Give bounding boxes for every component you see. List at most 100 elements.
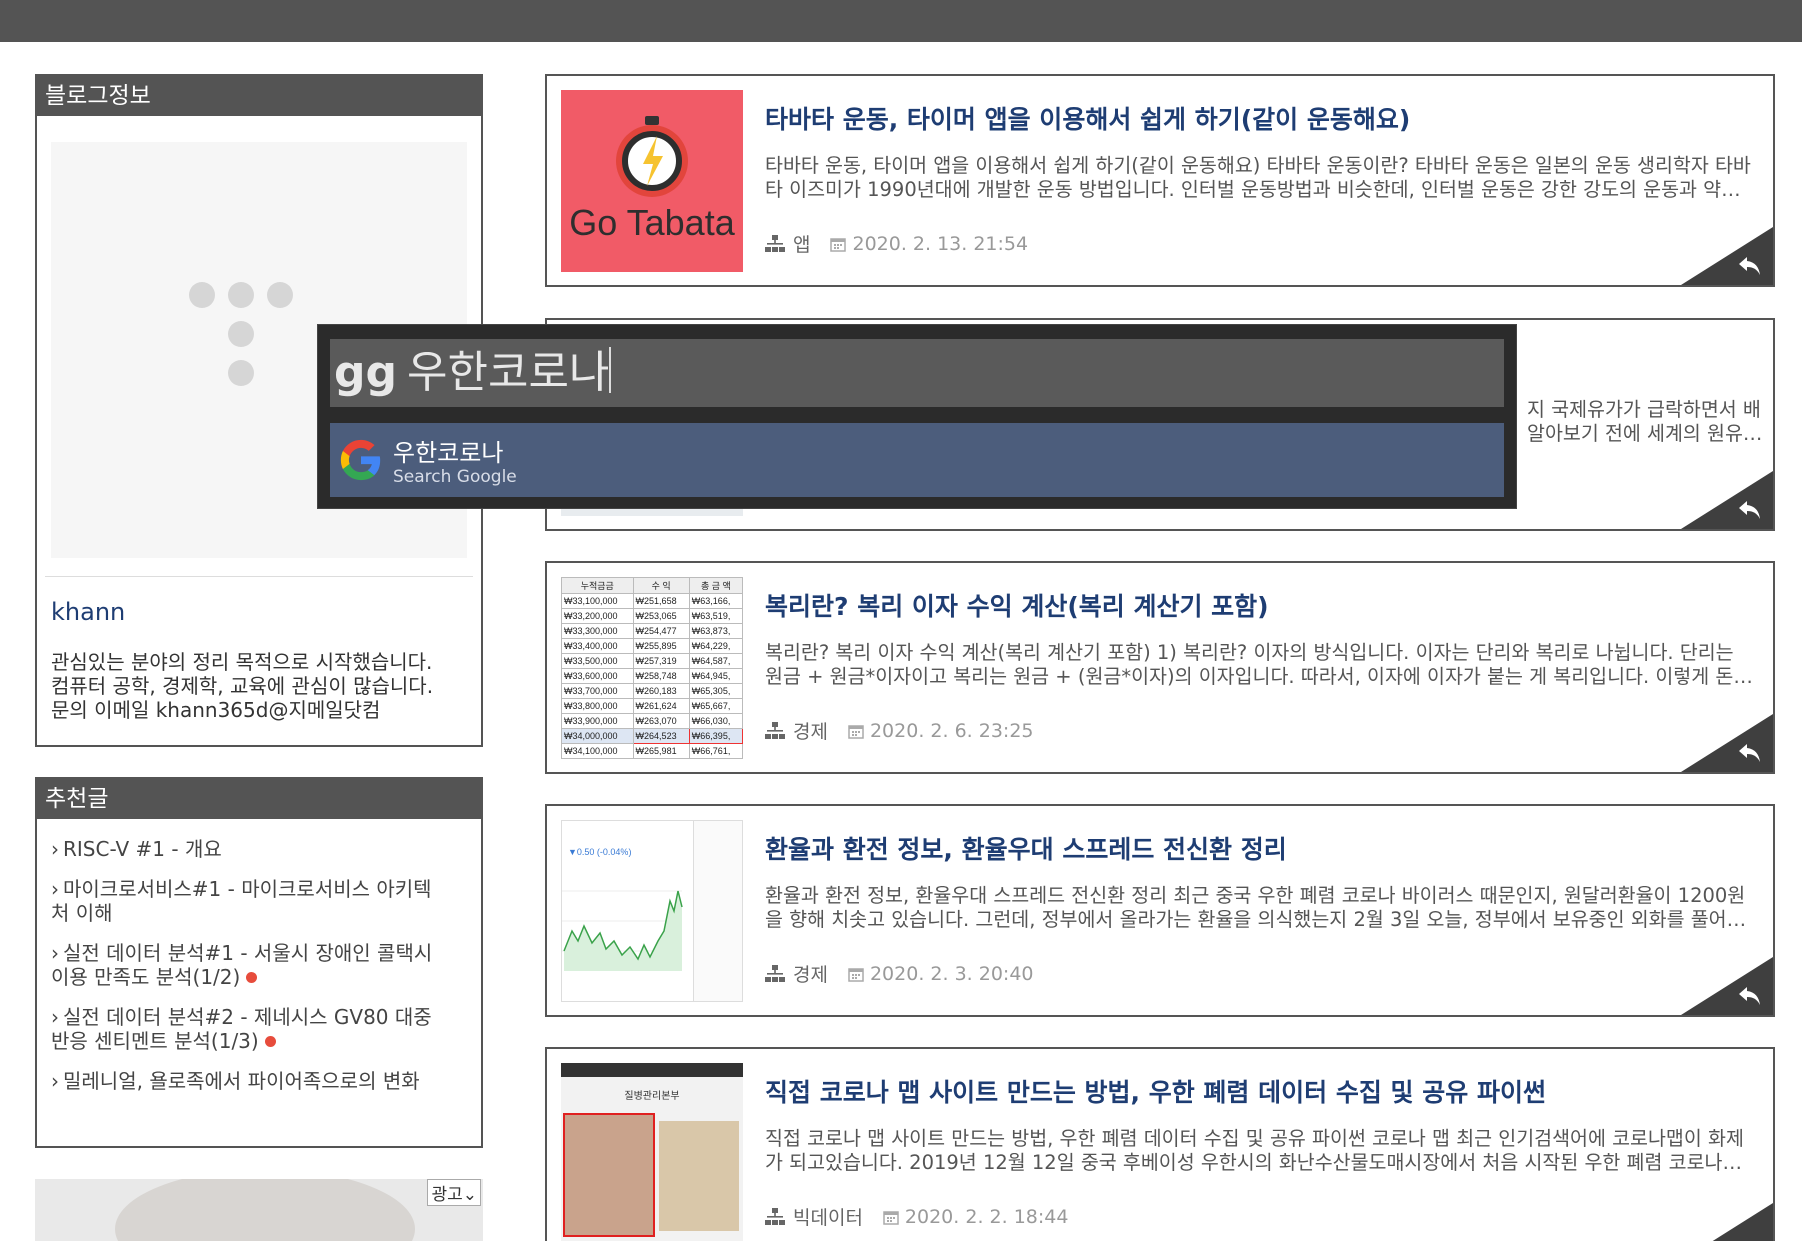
ad-label[interactable]: 광고⌄ [427, 1179, 481, 1206]
launcher-result-item[interactable]: 우한코로나 Search Google [330, 423, 1504, 497]
post-card[interactable]: 누적금금 수 익 총 금 액 ₩33,100,000 ₩251,658 ₩63,16… [545, 561, 1775, 774]
post-card[interactable]: ▼0.50 (-0.04%) 환율과 환전 정보, 환율우대 스프레드 전신환 … [545, 804, 1775, 1017]
recommended-item[interactable]: › 밀레니얼, 욜로족에서 파이어족으로의 변화 [51, 1069, 467, 1093]
post-category[interactable]: 경제 [793, 960, 828, 987]
new-indicator-icon [264, 1036, 276, 1047]
recommended-item-label: 실전 데이터 분석#1 - 서울시 장애인 콜택시 [63, 941, 433, 965]
post-summary-line: 원금 + 원금*이자이고 복리는 원금 + (원금*이자)의 이자입니다. 따라… [765, 665, 1753, 688]
recommended-item-label: 마이크로서비스#1 - 마이크로서비스 아키텍 [63, 877, 432, 901]
recommended-item-label: RISC-V #1 - 개요 [63, 837, 222, 861]
blog-name[interactable]: khann [51, 598, 125, 626]
chevron-right-icon: › [51, 877, 59, 901]
widget-title: 블로그정보 [37, 76, 481, 116]
placeholder-dot [228, 321, 254, 347]
post-meta: 경제 2020. 2. 3. 20:40 [765, 960, 1034, 987]
post-meta: 앱 2020. 2. 13. 21:54 [765, 230, 1028, 257]
placeholder-dot [228, 360, 254, 386]
result-subtitle: Search Google [393, 467, 517, 487]
post-title[interactable]: 환율과 환전 정보, 환율우대 스프레드 전신환 정리 [765, 830, 1287, 866]
post-summary: 타바타 운동, 타이머 앱을 이용해서 쉽게 하기(같이 운동해요) 타바타 운… [765, 154, 1765, 202]
post-thumbnail[interactable]: ▼0.50 (-0.04%) [561, 820, 743, 1002]
category-sitemap-icon [765, 234, 785, 252]
widget-title: 추천글 [37, 779, 481, 819]
recommended-item[interactable]: › RISC-V #1 - 개요 [51, 837, 467, 861]
post-summary-line: 가 되고있습니다. 2019년 12월 12일 중국 후베이성 우한시의 화난수… [765, 1151, 1742, 1174]
calendar-icon [883, 1210, 899, 1225]
post-date: 2020. 2. 3. 20:40 [848, 963, 1034, 985]
divider [45, 576, 473, 577]
post-thumbnail[interactable]: 질병관리본부 [561, 1063, 743, 1241]
chevron-right-icon: › [51, 1069, 59, 1093]
recommended-item[interactable]: › 실전 데이터 분석#1 - 서울시 장애인 콜택시 이용 만족도 분석(1/2… [51, 941, 467, 989]
corner-decoration [1681, 1203, 1773, 1241]
blog-description-line: 컴퓨터 공학, 경제학, 교육에 관심이 많습니다. [51, 674, 434, 698]
chevron-right-icon: › [51, 837, 59, 861]
chevron-down-icon: ⌄ [462, 1185, 477, 1205]
post-summary-line: 복리란? 복리 이자 수익 계산(복리 계산기 포함) 1) 복리란? 이자의 … [765, 641, 1734, 664]
recommended-item-label: 반응 센티멘트 분석(1/3) [51, 1029, 259, 1053]
post-summary: 환율과 환전 정보, 환율우대 스프레드 전신환 정리 최근 중국 우한 폐렴 … [765, 884, 1765, 932]
post-category[interactable]: 경제 [793, 717, 828, 744]
post-title[interactable]: 타바타 운동, 타이머 앱을 이용해서 쉽게 하기(같이 운동해요) [765, 100, 1410, 136]
post-summary: 직접 코로나 맵 사이트 만드는 방법, 우한 폐렴 데이터 수집 및 공유 파… [765, 1127, 1765, 1175]
placeholder-dot [189, 282, 215, 308]
post-summary-line: 을 향해 치솟고 있습니다. 그런데, 정부에서 올라가는 환율을 의식했는지 … [765, 908, 1747, 931]
recommended-item-label: 밀레니얼, 욜로족에서 파이어족으로의 변화 [63, 1069, 420, 1093]
post-date-text: 2020. 2. 6. 23:25 [869, 719, 1034, 742]
top-bar [0, 0, 1802, 42]
exchange-line-chart-icon [562, 890, 683, 971]
result-title: 우한코로나 [393, 439, 504, 467]
blog-description-line: 문의 이메일 khann365d@지메일닷컴 [51, 698, 381, 722]
text-caret [609, 347, 612, 393]
launcher-query-text: 우한코로나 [407, 347, 610, 398]
reply-icon[interactable] [1737, 985, 1763, 1007]
post-summary-line: 직접 코로나 맵 사이트 만드는 방법, 우한 폐렴 데이터 수집 및 공유 파… [765, 1127, 1744, 1150]
post-card[interactable]: 질병관리본부 직접 코로나 맵 사이트 만드는 방법, 우한 폐렴 데이터 수집… [545, 1047, 1775, 1241]
advertisement[interactable]: 광고⌄ [35, 1179, 483, 1241]
post-title[interactable]: 직접 코로나 맵 사이트 만드는 방법, 우한 폐렴 데이터 수집 및 공유 파… [765, 1073, 1546, 1109]
thumbnail-header-text: 질병관리본부 [624, 1091, 680, 1102]
calendar-icon [848, 967, 864, 982]
category-sitemap-icon [765, 964, 785, 982]
recommended-item[interactable]: › 마이크로서비스#1 - 마이크로서비스 아키텍 처 이해 [51, 877, 467, 925]
post-summary-line: 타바타 운동, 타이머 앱을 이용해서 쉽게 하기(같이 운동해요) 타바타 운… [765, 154, 1751, 177]
post-card[interactable]: Go Tabata 타바타 운동, 타이머 앱을 이용해서 쉽게 하기(같이 운… [545, 74, 1775, 287]
post-title[interactable]: 복리란? 복리 이자 수익 계산(복리 계산기 포함) [765, 587, 1269, 623]
post-category[interactable]: 빅데이터 [793, 1203, 863, 1230]
stopwatch-icon [616, 116, 688, 197]
launcher-keyword-prefix: gg [334, 347, 397, 398]
post-meta: 경제 2020. 2. 6. 23:25 [765, 717, 1034, 744]
google-icon [340, 439, 381, 481]
chevron-right-icon: › [51, 941, 59, 965]
launcher-search-input[interactable]: gg 우한코로나 [330, 339, 1504, 407]
new-indicator-icon [246, 972, 258, 983]
tabata-app-logo: Go Tabata [561, 90, 743, 272]
ad-image [115, 1179, 415, 1241]
blog-description: 관심있는 분야의 정리 목적으로 시작했습니다. 컴퓨터 공학, 경제학, 교육… [51, 650, 471, 722]
post-thumbnail[interactable]: 누적금금 수 익 총 금 액 ₩33,100,000 ₩251,658 ₩63,16… [561, 577, 743, 759]
launcher-popup: gg 우한코로나 우한코로나 Search Google [317, 324, 1517, 509]
post-date: 2020. 2. 6. 23:25 [848, 720, 1034, 742]
chevron-right-icon: › [51, 1005, 59, 1029]
reply-icon[interactable] [1737, 742, 1763, 764]
exchange-rate-chart-image: ▼0.50 (-0.04%) [561, 820, 743, 1002]
reply-icon[interactable] [1737, 255, 1763, 277]
post-date-text: 2020. 2. 2. 18:44 [904, 1205, 1069, 1228]
calendar-icon [848, 724, 864, 739]
category-sitemap-icon [765, 1207, 785, 1225]
recommended-item-label: 실전 데이터 분석#2 - 제네시스 GV80 대중 [63, 1005, 432, 1029]
category-sitemap-icon [765, 721, 785, 739]
recommended-item[interactable]: › 실전 데이터 분석#2 - 제네시스 GV80 대중 반응 센티멘트 분석(1… [51, 1005, 467, 1053]
placeholder-dot [228, 282, 254, 308]
placeholder-dot [267, 282, 293, 308]
compound-interest-table-image: 누적금금 수 익 총 금 액 ₩33,100,000 ₩251,658 ₩63,16… [561, 577, 743, 759]
post-date: 2020. 2. 13. 21:54 [830, 233, 1028, 255]
post-thumbnail[interactable]: Go Tabata [561, 90, 743, 272]
reply-icon[interactable] [1737, 499, 1763, 521]
exchange-change-text: ▼0.50 (-0.04%) [568, 847, 632, 857]
post-summary-line: 환율과 환전 정보, 환율우대 스프레드 전신환 정리 최근 중국 우한 폐렴 … [765, 884, 1746, 907]
post-category[interactable]: 앱 [793, 230, 810, 257]
thumbnail-text: Go Tabata [569, 202, 735, 243]
post-date: 2020. 2. 2. 18:44 [883, 1205, 1069, 1228]
corona-map-site-image: 질병관리본부 [561, 1063, 743, 1241]
